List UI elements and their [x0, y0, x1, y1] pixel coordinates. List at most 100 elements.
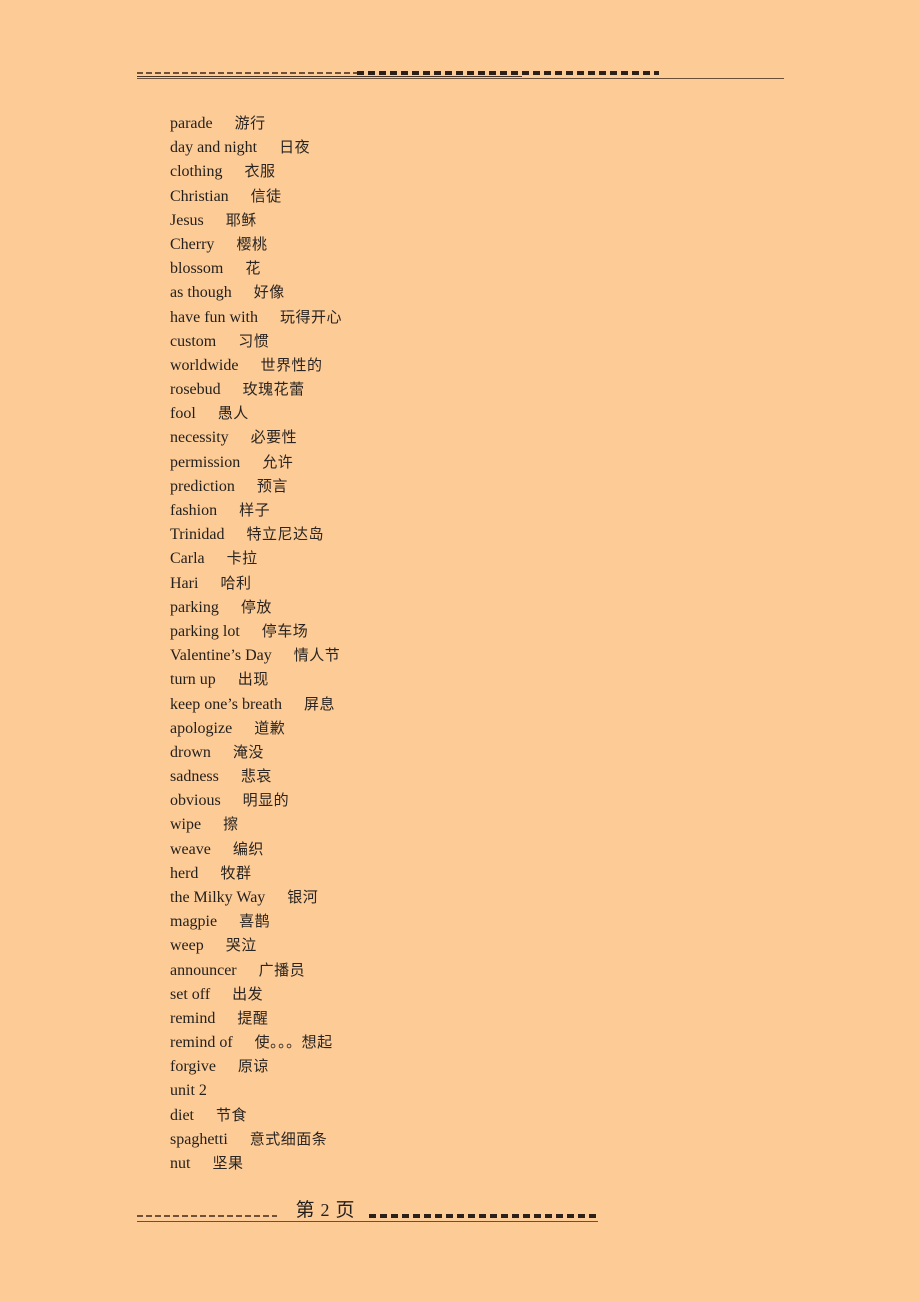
vocabulary-term-english: fool [170, 405, 196, 423]
vocabulary-list: parade 游行 day and night 日夜 clothing 衣服 Christi… [170, 111, 770, 1175]
vocabulary-term-english: the Milky Way [170, 889, 266, 906]
vocabulary-entry: obvious 明显的 [170, 788, 770, 812]
vocabulary-term-chinese: 玩得开心 [279, 307, 342, 326]
vocabulary-term-english: parking lot [170, 622, 240, 640]
vocabulary-term-english: clothing [170, 163, 223, 181]
vocabulary-entry: keep one’s breath 屏息 [170, 692, 770, 716]
vocabulary-term-chinese: 使。。。想起 [254, 1033, 333, 1052]
vocabulary-term-chinese: 樱桃 [236, 234, 268, 253]
vocabulary-term-chinese: 擦 [223, 815, 239, 834]
vocabulary-entry: remind of 使。。。想起 [170, 1030, 770, 1054]
vocabulary-entry: apologize 道歉 [170, 716, 770, 740]
page-number-label: 第2页 [278, 1198, 372, 1222]
vocabulary-entry: worldwide 世界性的 [170, 353, 770, 377]
vocabulary-term-english: unit 2 [170, 1081, 207, 1099]
vocabulary-term-chinese: 提醒 [237, 1008, 269, 1027]
vocabulary-entry: Valentine’s Day 情人节 [170, 643, 770, 667]
vocabulary-term-chinese: 习惯 [238, 331, 270, 350]
vocabulary-entry: custom 习惯 [170, 329, 770, 353]
vocabulary-entry: turn up 出现 [170, 667, 770, 691]
vocabulary-term-chinese: 卡拉 [226, 549, 258, 568]
vocabulary-entry: blossom 花 [170, 256, 770, 280]
vocabulary-term-chinese: 样子 [239, 501, 271, 519]
vocabulary-term-chinese: 停车场 [261, 621, 309, 640]
vocabulary-entry: spaghetti 意式细面条 [170, 1127, 770, 1151]
vocabulary-entry: herd 牧群 [170, 861, 770, 885]
vocabulary-term-chinese: 日夜 [279, 138, 311, 157]
vocabulary-entry: fool 愚人 [170, 401, 770, 425]
vocabulary-term-english: Christian [170, 187, 229, 205]
vocabulary-term-english: permission [170, 453, 241, 471]
vocabulary-term-english: obvious [170, 792, 221, 810]
vocabulary-entry: announcer 广播员 [170, 958, 770, 982]
vocabulary-term-english: remind [170, 1009, 216, 1027]
vocabulary-term-english: sadness [170, 768, 219, 786]
vocabulary-term-english: turn up [170, 671, 216, 689]
vocabulary-entry: remind 提醒 [170, 1006, 770, 1030]
vocabulary-term-english: keep one’s breath [170, 695, 282, 713]
vocabulary-term-english: weep [170, 937, 204, 955]
vocabulary-entry: parking lot 停车场 [170, 619, 770, 643]
vocabulary-entry: unit 2 [170, 1079, 770, 1103]
footer-dashed-line-heavy [369, 1214, 598, 1218]
vocabulary-entry: Carla 卡拉 [170, 546, 770, 570]
vocabulary-entry: Jesus 耶稣 [170, 208, 770, 232]
vocabulary-term-chinese: 银河 [287, 888, 319, 906]
vocabulary-entry: fashion 样子 [170, 498, 770, 522]
page-suffix: 页 [335, 1199, 355, 1221]
vocabulary-term-chinese: 明显的 [242, 791, 290, 810]
vocabulary-term-english: day and night [170, 139, 258, 157]
vocabulary-entry: parade 游行 [170, 111, 770, 135]
vocabulary-term-english: fashion [170, 502, 218, 519]
vocabulary-entry: wipe 擦 [170, 812, 770, 836]
vocabulary-term-english: spaghetti [170, 1130, 228, 1148]
vocabulary-term-english: have fun with [170, 308, 258, 326]
vocabulary-entry: forgive 原谅 [170, 1054, 770, 1078]
vocabulary-term-english: diet [170, 1106, 194, 1124]
vocabulary-term-english: rosebud [170, 381, 221, 399]
vocabulary-term-english: remind of [170, 1034, 233, 1052]
page-number: 2 [320, 1200, 330, 1220]
vocabulary-term-english: as though [170, 284, 232, 302]
vocabulary-entry: nut 坚果 [170, 1151, 770, 1175]
vocabulary-entry: Christian 信徒 [170, 184, 770, 208]
vocabulary-term-english: prediction [170, 477, 235, 495]
vocabulary-term-english: drown [170, 743, 211, 761]
vocabulary-term-english: set off [170, 985, 211, 1003]
vocabulary-term-chinese: 花 [245, 259, 261, 278]
vocabulary-term-english: announcer [170, 961, 237, 979]
vocabulary-term-chinese: 坚果 [212, 1154, 244, 1173]
vocabulary-term-chinese: 预言 [256, 476, 288, 495]
vocabulary-term-english: apologize [170, 719, 233, 737]
vocabulary-term-chinese: 哈利 [220, 573, 252, 592]
vocabulary-term-chinese: 出发 [232, 984, 264, 1003]
vocabulary-term-english: weave [170, 840, 211, 858]
vocabulary-term-english: blossom [170, 260, 224, 278]
page-prefix: 第 [295, 1199, 315, 1221]
vocabulary-term-chinese: 悲哀 [240, 767, 272, 786]
vocabulary-term-english: parade [170, 115, 213, 132]
vocabulary-term-english: parking [170, 598, 219, 616]
vocabulary-term-english: wipe [170, 816, 202, 834]
vocabulary-entry: rosebud 玫瑰花蕾 [170, 377, 770, 401]
vocabulary-term-chinese: 哭泣 [225, 936, 257, 955]
vocabulary-term-chinese: 必要性 [250, 428, 298, 447]
vocabulary-entry: Cherry 樱桃 [170, 232, 770, 256]
footer-rule: 第2页 [137, 1198, 598, 1228]
vocabulary-term-english: Hari [170, 574, 199, 592]
vocabulary-term-chinese: 编织 [232, 839, 264, 858]
vocabulary-entry: as though 好像 [170, 280, 770, 304]
vocabulary-term-english: forgive [170, 1058, 216, 1076]
vocabulary-term-chinese: 节食 [216, 1105, 248, 1124]
vocabulary-term-chinese: 信徒 [250, 186, 282, 205]
vocabulary-entry: drown 淹没 [170, 740, 770, 764]
vocabulary-entry: parking 停放 [170, 595, 770, 619]
vocabulary-entry: clothing 衣服 [170, 159, 770, 183]
vocabulary-entry: magpie 喜鹊 [170, 909, 770, 933]
vocabulary-term-chinese: 世界性的 [260, 355, 323, 374]
vocabulary-term-chinese: 屏息 [303, 694, 335, 713]
vocabulary-term-english: worldwide [170, 356, 239, 374]
vocabulary-term-chinese: 衣服 [244, 162, 276, 181]
vocabulary-term-english: nut [170, 1155, 191, 1173]
vocabulary-entry: diet 节食 [170, 1103, 770, 1127]
